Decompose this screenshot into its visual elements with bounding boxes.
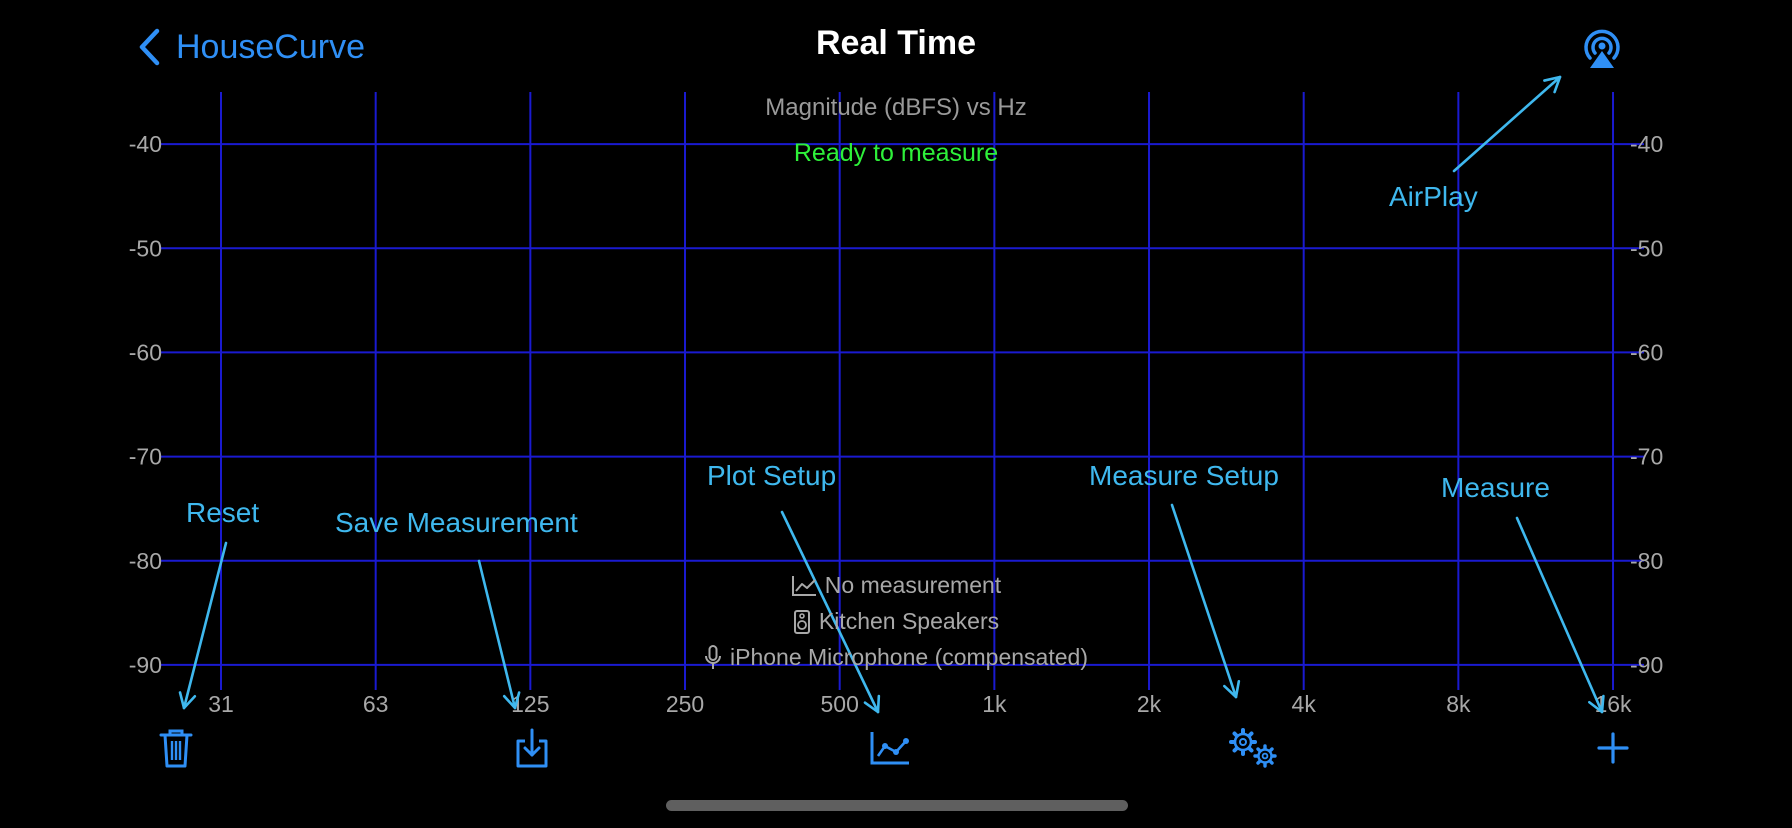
y-tick-label-right: -50 [1630, 235, 1663, 261]
save-measurement-button[interactable] [504, 720, 560, 776]
x-tick-label: 500 [820, 691, 858, 717]
airplay-icon [1584, 29, 1620, 68]
y-tick-label-right: -70 [1630, 444, 1663, 470]
x-tick-label: 31 [208, 691, 234, 717]
y-tick-label-right: -60 [1630, 339, 1663, 365]
x-tick-label: 16k [1594, 691, 1632, 717]
home-indicator [666, 800, 1128, 811]
y-tick-label-left: -60 [129, 339, 162, 365]
plus-icon [1597, 732, 1629, 764]
x-tick-label: 250 [666, 691, 704, 717]
page-title: Real Time [815, 24, 976, 62]
measure-setup-button[interactable] [1226, 720, 1282, 776]
y-tick-label-right: -80 [1630, 548, 1663, 574]
speaker-info: Kitchen Speakers [0, 608, 1792, 635]
callout-save-measurement: Save Measurement [335, 507, 578, 538]
gears-icon [1229, 728, 1277, 768]
callout-measure-setup: Measure Setup [1089, 460, 1279, 491]
microphone-label: iPhone Microphone (compensated) [730, 644, 1088, 670]
x-tick-label: 2k [1137, 691, 1162, 717]
speaker-label: Kitchen Speakers [818, 608, 1000, 634]
x-tick-label: 63 [363, 691, 389, 717]
save-icon [516, 728, 548, 768]
measurement-info: No measurement [0, 572, 1792, 599]
plot-setup-button[interactable] [862, 720, 918, 776]
measure-button[interactable] [1585, 720, 1641, 776]
plot-setup-icon [870, 732, 909, 765]
line-chart-icon [791, 575, 816, 596]
callout-plot-setup: Plot Setup [707, 460, 837, 491]
x-tick-label: 4k [1292, 691, 1317, 717]
y-tick-label-left: -80 [129, 548, 162, 574]
callout-measure: Measure [1441, 472, 1550, 503]
reset-button[interactable] [148, 720, 204, 776]
callout-airplay: AirPlay [1389, 181, 1478, 212]
y-tick-label-left: -50 [129, 235, 162, 261]
speaker-icon [793, 609, 810, 634]
airplay-button[interactable] [1578, 24, 1626, 72]
magnitude-plot: 31 63 125 250 500 1k 2k 4k 8k 16k-40 -40-50 -50-60-… [129, 75, 1663, 717]
microphone-icon [705, 644, 721, 669]
callout-reset: Reset [186, 497, 260, 528]
chart-title: Magnitude (dBFS) vs Hz [765, 94, 1027, 121]
microphone-info: iPhone Microphone (compensated) [0, 644, 1792, 671]
trash-icon [159, 729, 193, 768]
x-tick-label: 1k [982, 691, 1007, 717]
y-tick-label-left: -70 [129, 444, 162, 470]
status-text: Ready to measure [793, 139, 999, 167]
measurement-label: No measurement [824, 572, 1002, 598]
x-tick-label: 8k [1446, 691, 1471, 717]
